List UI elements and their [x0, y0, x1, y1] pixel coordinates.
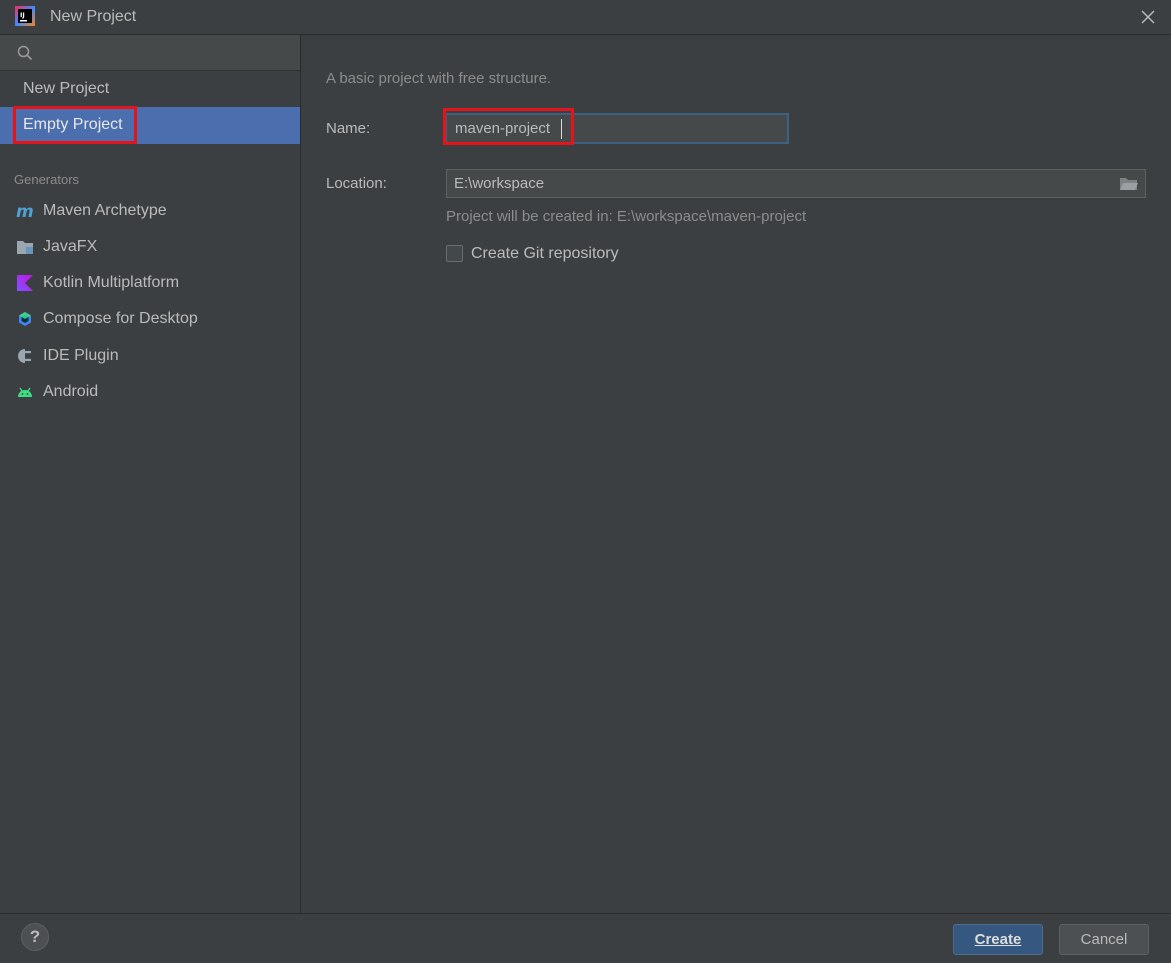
generator-label: Compose for Desktop: [43, 310, 198, 327]
sidebar: New Project Empty Project Generators m M…: [0, 35, 301, 913]
sidebar-item-label: New Project: [23, 80, 110, 97]
create-git-label[interactable]: Create Git repository: [471, 245, 619, 263]
location-label: Location:: [326, 175, 387, 192]
android-icon: [18, 387, 32, 397]
search-icon: [17, 45, 33, 61]
intellij-idea-icon: IJ: [15, 6, 35, 26]
generator-kotlin-multiplatform[interactable]: Kotlin Multiplatform: [0, 266, 300, 302]
cancel-button[interactable]: Cancel: [1059, 924, 1149, 955]
name-field[interactable]: [445, 113, 789, 144]
text-caret: [561, 119, 562, 139]
kotlin-icon: [17, 275, 33, 291]
search-input[interactable]: [40, 39, 294, 67]
browse-folder-icon[interactable]: [1119, 175, 1139, 193]
generators-header: Generators: [14, 172, 80, 187]
generator-label: Android: [43, 383, 99, 400]
close-icon[interactable]: [1135, 4, 1161, 30]
location-field[interactable]: [446, 169, 1146, 198]
generator-javafx[interactable]: JavaFX: [0, 230, 300, 266]
dialog-footer: ? Create Cancel: [0, 913, 1171, 963]
sidebar-item-new-project[interactable]: New Project: [0, 71, 300, 108]
create-git-checkbox[interactable]: [446, 245, 463, 262]
generator-label: JavaFX: [43, 238, 98, 255]
generator-label: Maven Archetype: [43, 202, 167, 219]
javafx-icon: [17, 241, 33, 254]
sidebar-item-label: Empty Project: [23, 116, 123, 133]
generator-android[interactable]: Android: [0, 375, 300, 411]
generator-label: Kotlin Multiplatform: [43, 274, 180, 291]
ide-plugin-icon: [18, 349, 31, 363]
location-hint: Project will be created in: E:\workspace…: [446, 208, 807, 225]
main-panel: A basic project with free structure. Nam…: [301, 35, 1171, 913]
generator-maven-archetype[interactable]: m Maven Archetype: [0, 194, 300, 230]
title-bar: IJ New Project: [0, 0, 1171, 35]
sidebar-item-empty-project[interactable]: Empty Project: [0, 107, 300, 144]
search-bar: [0, 35, 300, 71]
svg-text:m: m: [16, 202, 34, 220]
compose-icon: [19, 312, 31, 326]
create-button[interactable]: Create: [953, 924, 1043, 955]
help-button[interactable]: ?: [21, 923, 49, 951]
name-label: Name:: [326, 120, 371, 137]
project-description: A basic project with free structure.: [326, 70, 552, 87]
window-title: New Project: [50, 8, 137, 25]
maven-icon: m: [16, 202, 34, 220]
generator-label: IDE Plugin: [43, 347, 119, 364]
svg-text:IJ: IJ: [20, 11, 25, 19]
generator-ide-plugin[interactable]: IDE Plugin: [0, 339, 300, 375]
generator-compose-for-desktop[interactable]: Compose for Desktop: [0, 302, 300, 338]
